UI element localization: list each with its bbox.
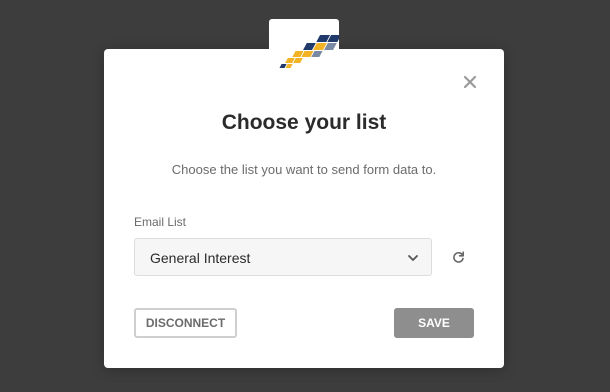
chevron-down-icon xyxy=(408,255,418,261)
choose-list-modal: Choose your list Choose the list you wan… xyxy=(104,49,504,368)
refresh-list-button[interactable] xyxy=(452,251,465,264)
logo-tab xyxy=(269,19,342,77)
email-list-selected-value: General Interest xyxy=(150,250,251,266)
save-button[interactable]: SAVE xyxy=(394,308,474,338)
email-list-label: Email List xyxy=(134,215,187,229)
close-icon xyxy=(463,75,477,89)
modal-subtitle: Choose the list you want to send form da… xyxy=(171,162,437,177)
close-button[interactable] xyxy=(463,75,477,89)
disconnect-button[interactable]: DISCONNECT xyxy=(134,308,237,338)
logo-icon xyxy=(279,35,342,68)
refresh-icon xyxy=(453,251,464,263)
email-list-select[interactable]: General Interest xyxy=(134,238,432,276)
modal-title: Choose your list xyxy=(221,111,387,134)
